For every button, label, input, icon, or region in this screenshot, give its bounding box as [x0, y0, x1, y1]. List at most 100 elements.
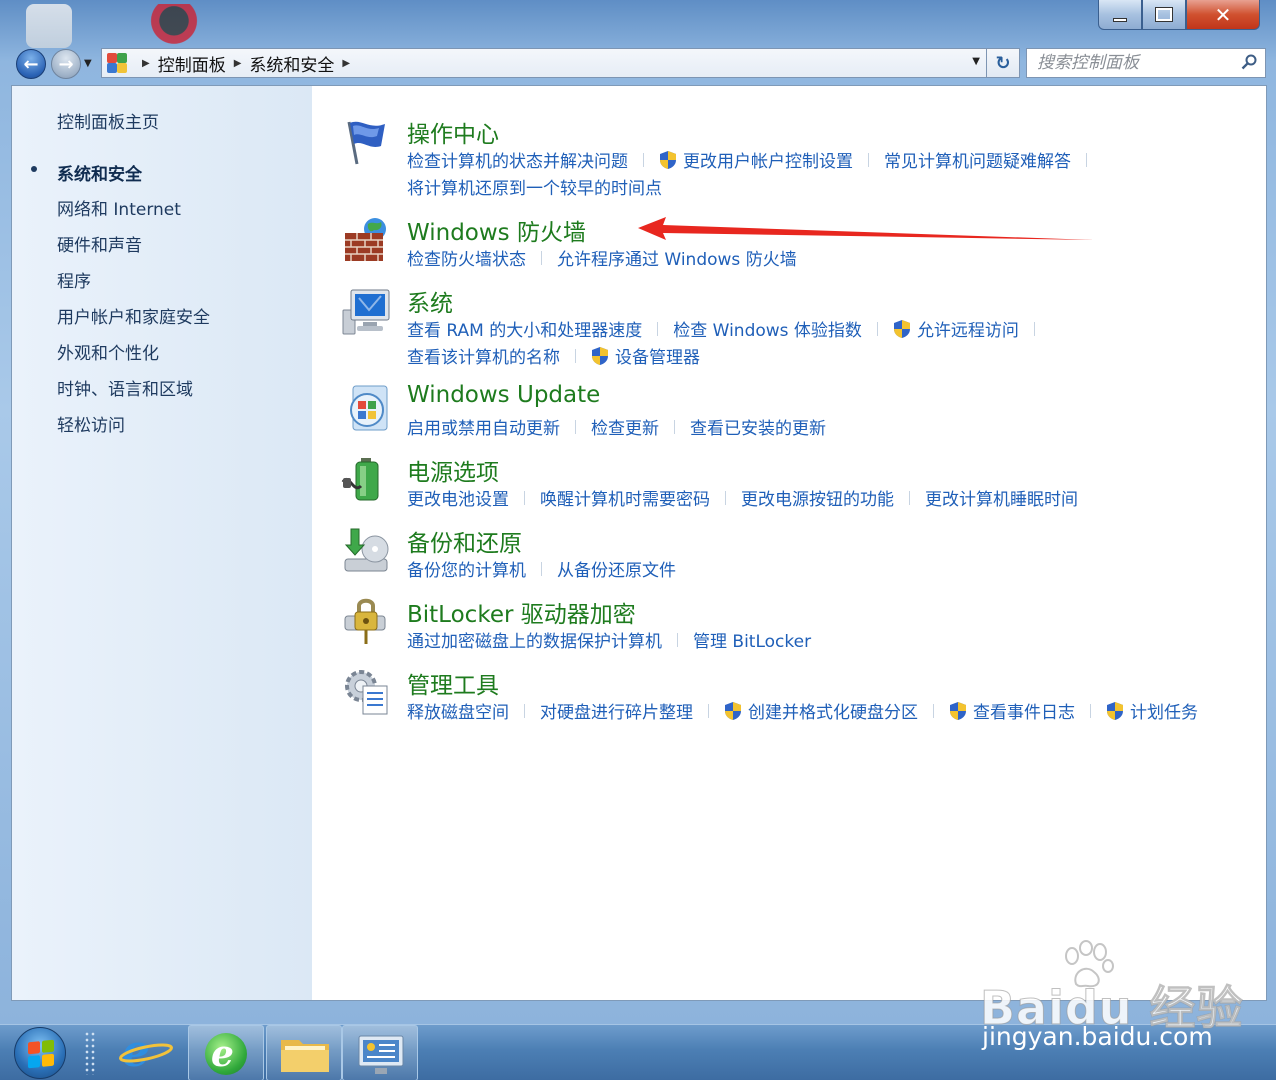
- link-separator: [524, 490, 525, 505]
- manage-bitlocker-link[interactable]: 管理 BitLocker: [693, 627, 811, 652]
- remote-access-link[interactable]: 允许远程访问: [917, 316, 1019, 341]
- chevron-right-icon[interactable]: ▶: [142, 58, 150, 69]
- restore-files-link[interactable]: 从备份还原文件: [557, 556, 676, 581]
- partition-link[interactable]: 创建并格式化硬盘分区: [748, 698, 918, 723]
- sidebar-home-link[interactable]: 控制面板主页: [57, 108, 159, 133]
- auto-update-link[interactable]: 启用或禁用自动更新: [407, 414, 560, 439]
- category-backup-restore[interactable]: 备份和还原: [407, 524, 522, 558]
- category-firewall[interactable]: Windows 防火墙: [407, 213, 586, 247]
- event-log-link-wrap[interactable]: 查看事件日志: [949, 698, 1075, 723]
- link-separator: [1033, 321, 1035, 336]
- address-history-dropdown[interactable]: ▼: [972, 56, 980, 67]
- windows-explorer-icon: [281, 1040, 329, 1072]
- sidebar-item-user-accounts[interactable]: 用户帐户和家庭安全: [57, 303, 210, 328]
- refresh-button[interactable]: ↻: [987, 48, 1020, 78]
- action-center-flag-icon[interactable]: [341, 116, 393, 168]
- encrypt-disk-link[interactable]: 通过加密磁盘上的数据保护计算机: [407, 627, 662, 652]
- partition-link-wrap[interactable]: 创建并格式化硬盘分区: [724, 698, 918, 723]
- desktop-icon-blur: [26, 4, 72, 48]
- experience-index-link[interactable]: 检查 Windows 体验指数: [673, 316, 862, 341]
- backup-restore-icon[interactable]: [341, 525, 393, 577]
- maximize-button[interactable]: [1142, 0, 1186, 30]
- taskbar-browser-green[interactable]: e: [188, 1025, 264, 1080]
- uac-shield-icon: [893, 319, 910, 338]
- category-power-options[interactable]: 电源选项: [407, 453, 499, 487]
- troubleshoot-link[interactable]: 常见计算机问题疑难解答: [884, 147, 1071, 172]
- sidebar: 控制面板主页 系统和安全 网络和 Internet 硬件和声音 程序 用户帐户和…: [12, 86, 312, 1000]
- device-manager-link[interactable]: 设备管理器: [615, 343, 700, 368]
- system-links: 查看 RAM 的大小和处理器速度 检查 Windows 体验指数 允许远程访问: [407, 316, 1050, 341]
- taskbar-internet-explorer[interactable]: e: [108, 1025, 184, 1080]
- back-button[interactable]: ←: [16, 49, 46, 79]
- admin-tools-icon[interactable]: [341, 666, 393, 718]
- forward-button[interactable]: →: [51, 49, 81, 79]
- battery-settings-link[interactable]: 更改电池设置: [407, 485, 509, 510]
- power-button-link[interactable]: 更改电源按钮的功能: [741, 485, 894, 510]
- search-box[interactable]: [1026, 48, 1266, 78]
- uac-settings-link[interactable]: 更改用户帐户控制设置: [683, 147, 853, 172]
- refresh-icon: ↻: [995, 52, 1011, 74]
- uac-shield-icon: [592, 346, 608, 365]
- system-computer-icon[interactable]: [341, 286, 393, 338]
- start-button[interactable]: [14, 1027, 66, 1079]
- sidebar-item-clock-region[interactable]: 时钟、语言和区域: [57, 375, 193, 400]
- sidebar-item-ease-of-access[interactable]: 轻松访问: [57, 411, 125, 436]
- category-action-center[interactable]: 操作中心: [407, 115, 499, 149]
- wake-password-link[interactable]: 唤醒计算机时需要密码: [540, 485, 710, 510]
- windows-logo-icon: [28, 1039, 54, 1069]
- action-center-links-2: 将计算机还原到一个较早的时间点: [407, 174, 662, 199]
- installed-updates-link[interactable]: 查看已安装的更新: [690, 414, 826, 439]
- category-windows-update[interactable]: Windows Update: [407, 382, 600, 408]
- search-icon[interactable]: [1241, 54, 1257, 70]
- computer-name-link[interactable]: 查看该计算机的名称: [407, 343, 560, 368]
- check-status-link[interactable]: 检查计算机的状态并解决问题: [407, 147, 628, 172]
- bitlocker-lock-icon[interactable]: [341, 596, 393, 648]
- windows-update-icon[interactable]: [341, 382, 393, 434]
- device-manager-link-wrap[interactable]: 设备管理器: [591, 343, 700, 368]
- system-restore-link[interactable]: 将计算机还原到一个较早的时间点: [407, 174, 662, 199]
- current-item-bullet: [31, 166, 37, 172]
- ie-ring: [119, 1043, 173, 1063]
- firewall-status-link[interactable]: 检查防火墙状态: [407, 245, 526, 270]
- chevron-right-icon[interactable]: ▶: [342, 58, 350, 69]
- sidebar-item-programs[interactable]: 程序: [57, 267, 91, 292]
- taskbar-grip[interactable]: [84, 1031, 96, 1075]
- sidebar-item-hardware[interactable]: 硬件和声音: [57, 231, 142, 256]
- back-arrow-icon: ←: [23, 53, 39, 75]
- disk-cleanup-link[interactable]: 释放磁盘空间: [407, 698, 509, 723]
- uac-settings-link-wrap[interactable]: 更改用户帐户控制设置: [659, 147, 853, 172]
- link-separator: [524, 703, 525, 718]
- search-input[interactable]: [1027, 53, 1227, 73]
- minimize-button[interactable]: [1098, 0, 1142, 30]
- chevron-right-icon[interactable]: ▶: [234, 58, 242, 69]
- close-button[interactable]: ✕: [1186, 0, 1260, 30]
- link-separator: [708, 703, 709, 718]
- sidebar-item-appearance[interactable]: 外观和个性化: [57, 339, 159, 364]
- scheduled-tasks-link[interactable]: 计划任务: [1130, 698, 1198, 723]
- scheduled-tasks-link-wrap[interactable]: 计划任务: [1106, 698, 1198, 723]
- link-separator: [541, 561, 542, 576]
- category-bitlocker[interactable]: BitLocker 驱动器加密: [407, 595, 636, 629]
- breadcrumb-system-security[interactable]: 系统和安全: [249, 51, 334, 76]
- category-admin-tools[interactable]: 管理工具: [407, 666, 499, 700]
- desktop-icon-blur: [146, 4, 202, 46]
- firewall-brick-icon[interactable]: [341, 213, 393, 265]
- event-log-link[interactable]: 查看事件日志: [973, 698, 1075, 723]
- taskbar-windows-explorer[interactable]: [266, 1025, 342, 1080]
- recent-pages-dropdown[interactable]: ▼: [84, 58, 92, 69]
- power-options-battery-icon[interactable]: [341, 454, 393, 506]
- remote-access-link-wrap[interactable]: 允许远程访问: [893, 316, 1019, 341]
- sidebar-item-network[interactable]: 网络和 Internet: [57, 195, 181, 220]
- backup-computer-link[interactable]: 备份您的计算机: [407, 556, 526, 581]
- category-system[interactable]: 系统: [407, 284, 453, 318]
- sleep-time-link[interactable]: 更改计算机睡眠时间: [925, 485, 1078, 510]
- check-updates-link[interactable]: 检查更新: [591, 414, 659, 439]
- minimize-icon: [1113, 17, 1127, 22]
- taskbar-control-panel[interactable]: [342, 1025, 418, 1080]
- windows-update-links: 启用或禁用自动更新 检查更新 查看已安装的更新: [407, 414, 826, 439]
- defragment-link[interactable]: 对硬盘进行碎片整理: [540, 698, 693, 723]
- address-bar[interactable]: ▶ 控制面板 ▶ 系统和安全 ▶ ▼: [101, 48, 987, 78]
- view-ram-cpu-link[interactable]: 查看 RAM 的大小和处理器速度: [407, 316, 642, 341]
- backup-links: 备份您的计算机 从备份还原文件: [407, 556, 676, 581]
- breadcrumb-control-panel[interactable]: 控制面板: [158, 51, 226, 76]
